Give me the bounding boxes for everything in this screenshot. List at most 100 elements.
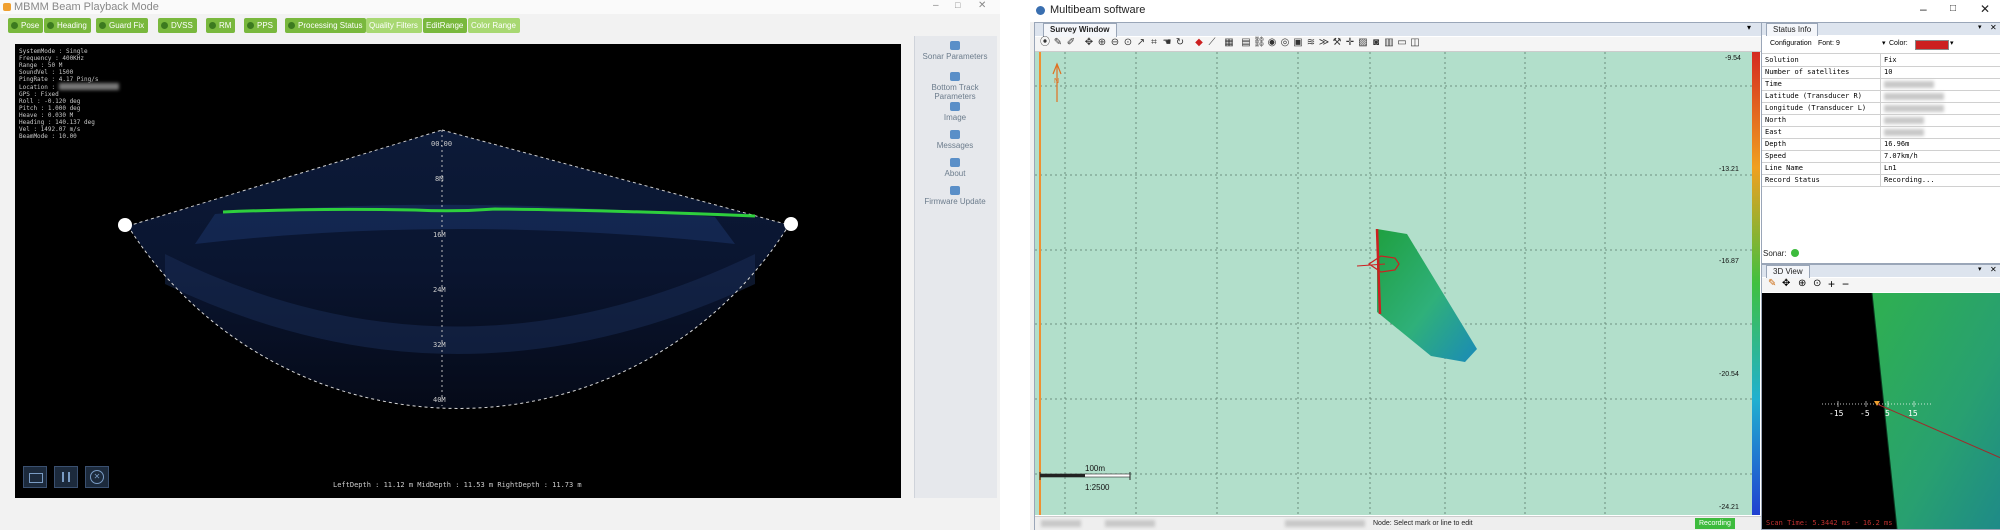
sidebar-item-sonar-parameters[interactable]: Sonar Parameters [915, 41, 995, 61]
status-led-icon [99, 22, 106, 29]
depth-readout: LeftDepth : 11.12 m MidDepth : 11.53 m R… [333, 481, 582, 489]
status-button-processing-status[interactable]: Processing Status [285, 18, 367, 33]
tab-dropdown-icon[interactable]: ▾ [1747, 23, 1751, 32]
info-line: SoundVel : 1500 [19, 69, 74, 76]
info-line: SystemMode : Single [19, 48, 88, 55]
close-playback-button[interactable]: ✕ [85, 466, 109, 488]
color-dropdown-icon[interactable]: ▾ [1950, 37, 1954, 51]
status-button-quality-filters[interactable]: Quality Filters [366, 18, 422, 33]
status-button-heading[interactable]: Heading [44, 18, 91, 33]
image-icon[interactable]: ▨ [1357, 37, 1369, 49]
minimize-icon[interactable]: – [933, 0, 939, 11]
color-swatch[interactable] [1915, 40, 1949, 50]
zoom-in-icon[interactable]: + [1828, 277, 1835, 291]
depth-scale-label: 00.00 [431, 140, 452, 148]
status-button-pose[interactable]: Pose [8, 18, 44, 33]
scale-ratio-label: 1:2500 [1085, 483, 1110, 492]
tab-3d-view[interactable]: 3D View [1766, 265, 1810, 278]
panel-close-icon[interactable]: ✕ [1990, 23, 1997, 32]
scan-time-label: Scan Time: 5.3442 ms - 16.2 ms [1766, 519, 1892, 527]
close-icon[interactable]: ✕ [978, 0, 986, 11]
grid-icon[interactable]: ▦ [1223, 37, 1235, 49]
tab-survey-window[interactable]: Survey Window [1043, 23, 1117, 37]
sonar-settings-icon [950, 41, 960, 50]
status-led-icon [247, 22, 254, 29]
minimize-icon[interactable]: – [1920, 2, 1927, 16]
line-icon[interactable]: ⟋ [1206, 37, 1218, 49]
window-split-icon[interactable]: ◫ [1409, 37, 1421, 49]
sidebar-item-bottom-track[interactable]: Bottom Track Parameters [915, 72, 995, 101]
multibeam-swath [1377, 229, 1477, 362]
panel-dropdown-icon[interactable]: ▾ [1978, 23, 1982, 31]
status-button-color-range[interactable]: Color Range [468, 18, 520, 33]
font-dropdown-icon[interactable]: ▾ [1882, 37, 1886, 51]
font-value[interactable]: 9 [1836, 37, 1840, 51]
messages-icon [950, 130, 960, 139]
status-button-guard-fix[interactable]: Guard Fix [96, 18, 149, 33]
close-icon[interactable]: ✕ [1980, 2, 1990, 16]
bottom-track-icon [950, 72, 960, 81]
zoom-out-icon[interactable]: − [1842, 277, 1849, 291]
pause-button[interactable] [54, 466, 78, 488]
panel-close-icon[interactable]: ✕ [1990, 265, 1997, 274]
redacted-value [1884, 81, 1934, 88]
status-button-rm[interactable]: RM [206, 18, 236, 33]
pencil-icon[interactable]: ✎ [1052, 37, 1064, 49]
view-3d-tab-bar: 3D View ▾ ✕ [1762, 265, 2000, 278]
view-3d-canvas[interactable]: -15 -5 5 15 Scan Time: 5.3442 ms - 16.2 … [1762, 293, 2000, 529]
target-icon[interactable]: ✛ [1344, 37, 1356, 49]
panel-dropdown-icon[interactable]: ▾ [1978, 265, 1982, 273]
refresh-icon[interactable]: ↻ [1174, 37, 1186, 49]
tools-icon[interactable]: ⚒ [1331, 37, 1343, 49]
sonar-display-panel[interactable]: 00.00 8M 16M 24M 32M 40M LeftDepth : 11.… [15, 44, 901, 498]
layer-icon[interactable]: ▤ [1240, 37, 1252, 49]
table-icon[interactable]: ▥ [1383, 37, 1395, 49]
chevrons-icon[interactable]: ≫ [1318, 37, 1330, 49]
sidebar-item-about[interactable]: About [915, 158, 995, 178]
camera-icon[interactable]: ◙ [1370, 37, 1382, 49]
track-orange-strip [1039, 52, 1041, 515]
status-button-dvss[interactable]: DVSS [158, 18, 197, 33]
sidebar-item-firmware-update[interactable]: Firmware Update [915, 186, 995, 206]
sonar-left-marker-icon[interactable] [118, 218, 132, 232]
terrain-surface [1872, 293, 2000, 529]
zoom-out-icon[interactable]: ⊖ [1109, 37, 1121, 49]
maximize-icon[interactable]: □ [955, 0, 960, 10]
depth-scale-label: -24.21 [1719, 504, 1739, 511]
select-tool-icon[interactable]: ⦿ [1039, 37, 1051, 49]
status-node-text: Node: Select mark or line to edit [1373, 520, 1473, 527]
sonar-right-marker-icon[interactable] [784, 217, 798, 231]
survey-map[interactable]: N 100m 1:2500 -9.54 -13.21 -16.87 -20.54… [1035, 52, 1760, 515]
redacted-value [1884, 129, 1924, 136]
filter-icon[interactable]: ▣ [1292, 37, 1304, 49]
sidebar-item-messages[interactable]: Messages [915, 130, 995, 150]
sidebar-item-image[interactable]: Image [915, 102, 995, 122]
measure-icon[interactable]: ↗ [1135, 37, 1147, 49]
wave-icon[interactable]: ≋ [1305, 37, 1317, 49]
globe-icon[interactable]: ◎ [1279, 37, 1291, 49]
chain-icon[interactable]: ⛓ [1253, 37, 1266, 49]
pan-icon[interactable]: ✥ [1083, 37, 1095, 49]
pan-icon[interactable]: ✥ [1782, 278, 1790, 289]
zoom-icon[interactable]: ⊕ [1798, 278, 1806, 289]
maximize-icon[interactable]: □ [1950, 3, 1956, 14]
edit-icon[interactable]: ✐ [1065, 37, 1077, 49]
hand-icon[interactable]: ☚ [1161, 37, 1173, 49]
zoom-in-icon[interactable]: ⊕ [1096, 37, 1108, 49]
info-line: Range : 50 M [19, 62, 63, 69]
eye-icon[interactable]: ◉ [1266, 37, 1278, 49]
tab-status-info[interactable]: Status Info [1766, 23, 1819, 36]
status-button-edit-range[interactable]: EditRange [423, 18, 468, 33]
folder-button[interactable] [23, 466, 47, 488]
ruler-icon[interactable]: ⌗ [1148, 37, 1160, 49]
zoom-extent-icon[interactable]: ⊙ [1122, 37, 1134, 49]
rotate-icon[interactable]: ✎ [1768, 278, 1776, 289]
status-button-pps[interactable]: PPS [244, 18, 278, 33]
window-icon[interactable]: ▭ [1396, 37, 1408, 49]
fit-icon[interactable]: ⊙ [1813, 278, 1821, 289]
marker-icon[interactable]: ◆ [1193, 37, 1205, 49]
right-window-title: Multibeam software [1050, 4, 1146, 16]
survey-map-canvas [1035, 52, 1760, 515]
redacted-value [1884, 105, 1944, 112]
scale-bar [1039, 472, 1131, 480]
